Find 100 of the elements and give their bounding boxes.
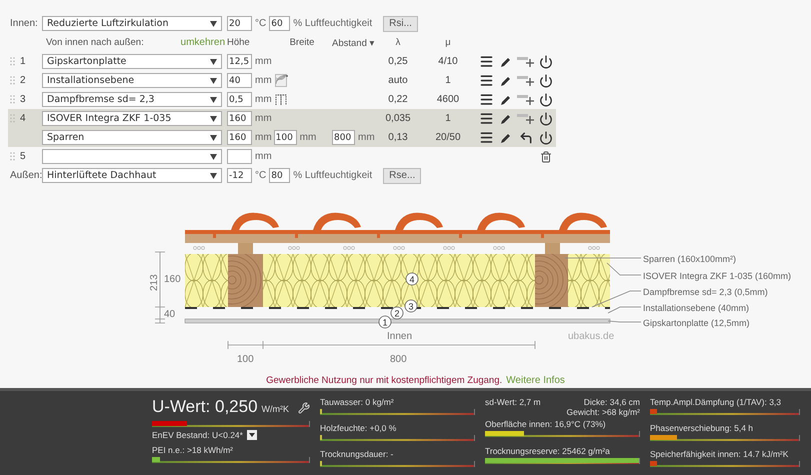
unit-label: mm (255, 75, 272, 86)
dimension-label: 100 (237, 354, 254, 365)
pencil-icon[interactable] (500, 132, 512, 144)
menu-icon[interactable] (478, 54, 494, 69)
power-icon[interactable] (539, 74, 553, 88)
direction-label: Von innen nach außen: (46, 37, 144, 48)
insert-row-icon[interactable] (517, 94, 535, 106)
thickness-field[interactable]: 12,5 (227, 54, 252, 69)
unit-label: mm (300, 132, 316, 143)
power-icon[interactable] (539, 92, 553, 106)
humidity-field[interactable]: 60 (269, 16, 290, 31)
weight-value: Gewicht: >68 kg/m² (566, 407, 640, 417)
thickness-field[interactable]: 0,5 (227, 92, 252, 107)
dimension-label: 40 (164, 309, 176, 320)
layer-row[interactable]: 1 Gipskartonplatte 12,5 mm 0,25 4/10 (8, 52, 556, 71)
lambda-value: auto (387, 75, 409, 86)
unit-label: mm (255, 94, 272, 105)
temperature-field[interactable]: -12 (227, 168, 252, 183)
climate-select[interactable]: Hinterlüftete Dachhaut (42, 168, 222, 183)
menu-icon[interactable] (478, 73, 494, 88)
menu-icon[interactable] (478, 92, 494, 107)
width-field[interactable]: 100 (274, 130, 297, 145)
power-icon[interactable] (539, 112, 553, 126)
drag-handle-icon[interactable] (10, 76, 16, 85)
caret-icon (210, 20, 217, 26)
dropdown-icon[interactable] (246, 430, 257, 440)
humidity-field[interactable]: 80 (269, 168, 290, 183)
curved-arrow-icon[interactable] (519, 130, 533, 144)
u-value-heading: U-Wert: 0,250 W/m²K (152, 397, 290, 418)
material-select[interactable]: Sparren (42, 130, 222, 145)
drag-handle-icon[interactable] (10, 95, 16, 104)
thickness-field[interactable] (227, 149, 252, 164)
column-header: μ (444, 37, 452, 48)
layer-label: Gipskartonplatte (12,5mm) (643, 318, 750, 328)
menu-icon[interactable] (478, 111, 494, 126)
mu-value: 1 (444, 75, 452, 86)
unit-label: mm (358, 132, 375, 143)
mu-value: 1 (444, 113, 452, 124)
insert-row-icon[interactable] (517, 56, 535, 68)
column-header: Breite (288, 37, 316, 48)
menu-icon[interactable] (478, 130, 494, 145)
thickness-field[interactable]: 40 (227, 73, 252, 88)
layer-row[interactable]: 2 Installationsebene 40 mm auto 1 (8, 71, 556, 90)
material-select[interactable]: Dampfbremse sd= 2,3 (42, 92, 222, 107)
layer-label: Dampfbremse sd= 2,3 (0,5mm) (643, 287, 768, 297)
pencil-icon[interactable] (500, 112, 512, 124)
pencil-icon[interactable] (500, 56, 512, 68)
climate-select[interactable]: Reduzierte Luftzirkulation (42, 16, 222, 31)
insert-row-icon[interactable] (517, 74, 535, 86)
column-header[interactable]: Abstand ▾ (332, 36, 376, 48)
standard-label: EnEV Bestand: U<0.24* (152, 430, 243, 440)
leader-line (606, 262, 642, 276)
drag-handle-icon[interactable] (10, 114, 16, 123)
result-label: Trocknungsdauer: - (320, 449, 394, 459)
power-icon[interactable] (539, 130, 553, 144)
result-label: Trocknungsreserve: 25462 g/m²a (485, 446, 611, 456)
temperature-field[interactable]: 20 (227, 16, 252, 31)
layer-marker: 2 (390, 306, 404, 320)
sd-value: sd-Wert: 2,7 m (485, 397, 541, 407)
selected-layer-row[interactable]: 4 ISOVER Integra ZKF 1-035 160 mm 0,035 1 (8, 109, 556, 128)
pencil-icon[interactable] (500, 74, 512, 86)
thickness-field[interactable]: 160 (227, 111, 252, 126)
dimension-label: 800 (390, 354, 407, 365)
pei-label: PEI n.e.: >18 kWh/m² (152, 445, 234, 455)
material-select[interactable]: ISOVER Integra ZKF 1-035 (42, 111, 222, 126)
column-header: Höhe (227, 37, 251, 48)
layer-row[interactable]: 5 mm (8, 147, 556, 166)
unit-label: mm (255, 113, 272, 124)
lambda-value: 0,25 (387, 56, 409, 67)
material-select[interactable]: Installationsebene (42, 73, 222, 88)
material-select[interactable]: Gipskartonplatte (42, 54, 222, 69)
power-icon[interactable] (539, 54, 553, 68)
layer-number: 1 (20, 56, 26, 67)
layer-marker: 3 (404, 300, 418, 312)
drag-handle-icon[interactable] (10, 57, 16, 66)
mu-value: 20/50 (434, 132, 462, 143)
thickness-value: Dicke: 34,6 cm (584, 397, 640, 407)
thickness-field[interactable]: 160 (227, 130, 252, 145)
column-header: λ (394, 37, 402, 48)
layer-number: 4 (20, 113, 26, 124)
drag-handle-icon[interactable] (10, 152, 16, 161)
side-label: Innen: (10, 18, 38, 29)
result-label: Oberfläche innen: 16,9°C (73%) (485, 419, 607, 429)
trash-icon[interactable] (540, 150, 552, 162)
caret-icon (210, 78, 217, 84)
wrench-icon[interactable] (298, 402, 310, 414)
result-label: Temp.Ampl.Dämpfung (1/TAV): 3,3 (650, 397, 782, 407)
unit-label: mm (255, 151, 272, 162)
resistance-button[interactable]: Rse... (383, 168, 422, 184)
layer-row[interactable]: 3 Dampfbremse sd= 2,3 0,5 mm 0,22 4600 (8, 90, 556, 109)
humidity-label: % Luftfeuchtigkeit (293, 18, 372, 29)
airspace-icon (274, 74, 288, 87)
insert-row-icon[interactable] (517, 112, 535, 124)
spacing-field[interactable]: 800 (332, 130, 355, 145)
pencil-icon[interactable] (500, 94, 512, 106)
result-label: Phasenverschiebung: 5,4 h (650, 423, 754, 433)
lambda-value: 0,13 (387, 132, 409, 143)
caret-icon (210, 116, 217, 122)
humidity-label: % Luftfeuchtigkeit (293, 170, 372, 181)
resistance-button[interactable]: Rsi... (383, 16, 418, 32)
